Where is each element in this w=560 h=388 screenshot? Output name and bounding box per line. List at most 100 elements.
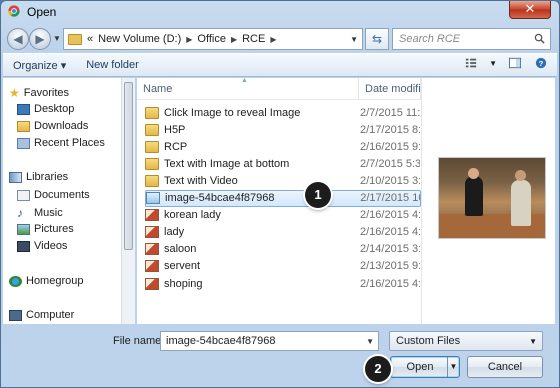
file-row[interactable]: servent 2/13/2015 9: (145, 258, 421, 275)
chevron-right-icon[interactable]: ▶ (186, 35, 192, 44)
file-date: 2/17/2015 10 (360, 192, 420, 204)
file-name-dropdown-icon[interactable]: ▼ (366, 337, 374, 346)
nav-recent-places[interactable]: Recent Places (17, 137, 105, 149)
search-placeholder: Search RCE (399, 33, 461, 45)
breadcrumb-overflow[interactable]: « (87, 33, 93, 45)
nav-libraries[interactable]: Libraries (9, 171, 68, 183)
search-input[interactable]: Search RCE (392, 28, 551, 50)
preview-person (465, 176, 483, 216)
file-row[interactable]: lady 2/16/2015 4: (145, 224, 421, 241)
desktop-icon (17, 103, 30, 115)
view-dropdown-icon[interactable]: ▼ (489, 59, 497, 68)
file-name: shoping (164, 277, 203, 290)
breadcrumb-rce[interactable]: RCE (242, 33, 265, 45)
nav-homegroup-label: Homegroup (26, 275, 84, 287)
file-row[interactable]: saloon 2/14/2015 3: (145, 241, 421, 258)
videos-icon (17, 240, 30, 252)
refresh-icon: ⇆ (371, 32, 383, 46)
chrome-icon (8, 5, 20, 17)
navigation-scrollbar[interactable] (121, 78, 135, 324)
breadcrumb-volume[interactable]: New Volume (D:) (98, 33, 181, 45)
file-date: 2/16/2015 4: (360, 277, 420, 290)
nav-computer[interactable]: Computer (9, 309, 74, 321)
pictures-icon (17, 223, 30, 235)
column-header-name[interactable]: ▲ Name (137, 78, 359, 100)
nav-downloads-label: Downloads (34, 120, 89, 132)
preview-pane-icon[interactable] (507, 56, 523, 70)
file-type-select[interactable]: Custom Files ▼ (389, 331, 543, 351)
nav-videos[interactable]: Videos (17, 240, 67, 252)
file-row[interactable]: Text with Image at bottom 2/7/2015 5:3 (145, 155, 421, 172)
column-header-date[interactable]: Date modifi (359, 78, 421, 100)
nav-desktop[interactable]: Desktop (17, 103, 74, 115)
documents-icon (17, 189, 30, 201)
nav-downloads[interactable]: Downloads (17, 120, 88, 132)
refresh-button[interactable]: ⇆ (365, 28, 389, 50)
nav-favorites[interactable]: ★ Favorites (9, 86, 69, 100)
image-file-icon (145, 226, 159, 239)
back-arrow-icon: ◀ (13, 32, 23, 46)
file-row[interactable]: Click Image to reveal Image 2/7/2015 11: (145, 104, 421, 121)
folder-icon (145, 106, 159, 119)
file-date: 2/16/2015 9: (360, 140, 420, 153)
svg-text:?: ? (539, 59, 544, 68)
preview-pane (421, 78, 555, 324)
file-name: H5P (164, 123, 186, 136)
cancel-button[interactable]: Cancel (467, 356, 543, 378)
nav-recent-places-label: Recent Places (34, 137, 105, 149)
folder-icon (68, 33, 82, 45)
nav-videos-label: Videos (34, 240, 68, 252)
address-bar[interactable]: « New Volume (D:) ▶ Office ▶ RCE ▶ ▼ (63, 28, 363, 50)
title-bar: Open ✕ (1, 1, 559, 21)
open-split-dropdown-icon[interactable]: ▼ (447, 357, 459, 377)
forward-button[interactable]: ▶ (29, 28, 51, 50)
back-button[interactable]: ◀ (7, 28, 29, 50)
file-name-label: File name: (113, 335, 165, 347)
search-icon (534, 33, 545, 44)
sort-ascending-icon: ▲ (241, 78, 248, 84)
folder-icon (145, 140, 159, 153)
file-list: ▲ Name Date modifi Click Image to reveal… (137, 78, 421, 324)
file-row[interactable]: shoping 2/16/2015 4: (145, 275, 421, 292)
chevron-right-icon[interactable]: ▶ (231, 35, 237, 44)
navigation-scrollbar-thumb[interactable] (124, 82, 133, 250)
close-button[interactable]: ✕ (509, 1, 551, 19)
music-icon: ♪ (17, 206, 23, 220)
file-name-value: image-54bcae4f87968 (166, 335, 276, 347)
file-row[interactable]: korean lady 2/16/2015 4: (145, 207, 421, 224)
file-date: 2/14/2015 3: (360, 243, 420, 256)
file-row[interactable]: RCP 2/16/2015 9: (145, 138, 421, 155)
folder-icon (145, 157, 159, 170)
image-preview (438, 157, 546, 239)
nav-documents[interactable]: Documents (17, 189, 90, 201)
recent-locations-chevron-icon[interactable]: ▼ (53, 34, 61, 43)
file-name: Text with Image at bottom (164, 157, 290, 170)
file-row[interactable]: Text with Video 2/10/2015 3: (145, 172, 421, 189)
view-controls: ▼ ? (463, 56, 549, 70)
change-view-icon[interactable] (463, 56, 479, 70)
preview-person-head (515, 170, 526, 181)
nav-pictures[interactable]: Pictures (17, 223, 74, 235)
file-row[interactable]: image-54bcae4f87968 2/17/2015 10 (145, 189, 421, 207)
file-name: lady (164, 226, 185, 239)
address-dropdown-icon[interactable]: ▼ (350, 35, 358, 44)
open-button[interactable]: Open ▼ (390, 356, 460, 378)
help-icon[interactable]: ? (533, 56, 549, 70)
libraries-icon (9, 171, 22, 183)
preview-person (511, 180, 531, 226)
nav-pictures-label: Pictures (34, 223, 74, 235)
new-folder-button[interactable]: New folder (76, 59, 149, 71)
chevron-right-icon[interactable]: ▶ (270, 35, 276, 44)
window-title: Open (27, 5, 57, 19)
organize-menu[interactable]: Organize ▾ (3, 59, 76, 72)
file-type-value: Custom Files (396, 335, 461, 347)
computer-icon (9, 309, 22, 321)
file-row[interactable]: H5P 2/17/2015 8: (145, 121, 421, 138)
nav-music[interactable]: ♪ Music (17, 206, 63, 220)
breadcrumb-office[interactable]: Office (197, 33, 226, 45)
forward-arrow-icon: ▶ (35, 32, 45, 46)
downloads-icon (17, 120, 30, 132)
nav-homegroup[interactable]: Homegroup (9, 275, 83, 287)
image-file-icon (145, 277, 159, 290)
file-name-field[interactable]: image-54bcae4f87968 ▼ (160, 331, 379, 351)
